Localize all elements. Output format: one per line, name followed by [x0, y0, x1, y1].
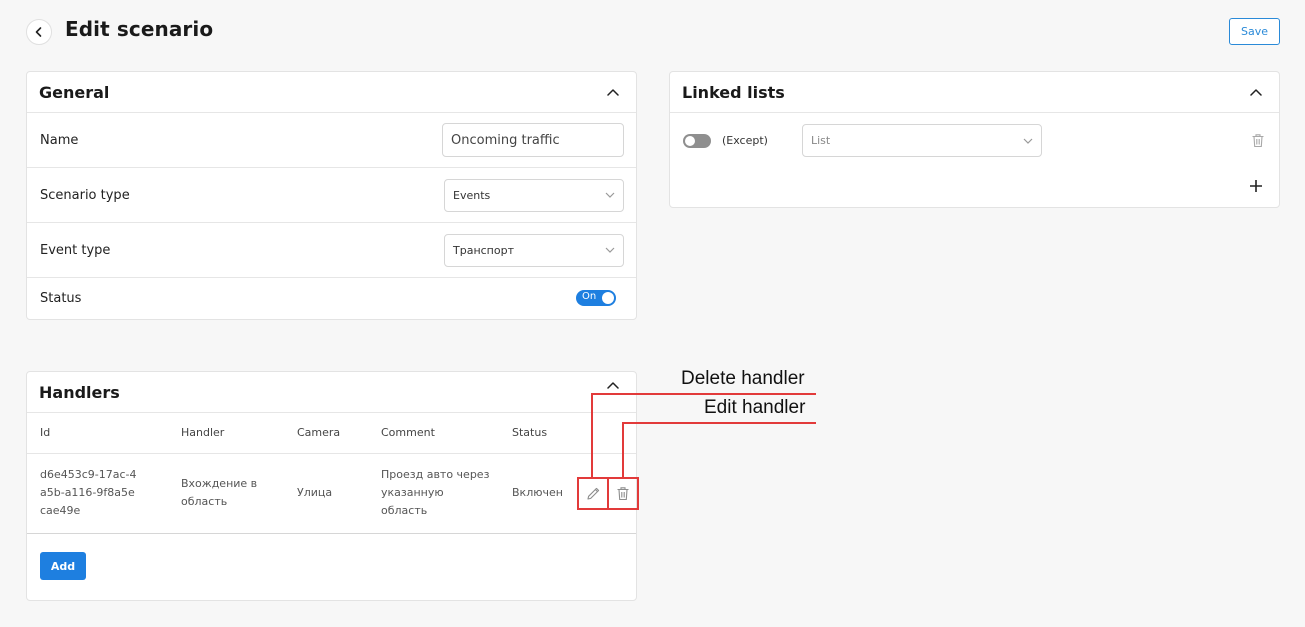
- event-type-value: Транспорт: [453, 243, 514, 257]
- collapse-linked-lists-button[interactable]: [1249, 85, 1263, 99]
- name-input[interactable]: Oncoming traffic: [442, 123, 624, 157]
- linked-lists-title: Linked lists: [682, 82, 785, 102]
- collapse-handlers-button[interactable]: [606, 378, 620, 392]
- handlers-card: Handlers Id Handler Camera Comment Statu…: [26, 371, 637, 601]
- general-card: General Name Oncoming traffic Scenario t…: [26, 71, 637, 320]
- general-title: General: [39, 82, 110, 102]
- edit-annotation-vertical-line: [622, 422, 624, 478]
- toggle-knob: [602, 292, 614, 304]
- column-header-status: Status: [499, 413, 569, 454]
- status-label: Status: [40, 290, 82, 306]
- add-handler-button[interactable]: Add: [40, 552, 86, 580]
- delete-handler-annotation: Delete handler: [681, 368, 805, 389]
- scenario-type-select[interactable]: Events: [444, 178, 624, 212]
- back-button[interactable]: [26, 19, 52, 45]
- save-button[interactable]: Save: [1229, 18, 1280, 45]
- handler-comment-cell: Проезд авто через указанную область: [368, 453, 499, 534]
- except-label: (Except): [722, 134, 768, 147]
- pencil-icon: [586, 487, 599, 500]
- edit-handler-annotation: Edit handler: [704, 397, 806, 418]
- trash-icon: [617, 487, 629, 501]
- general-card-header: General: [27, 72, 636, 113]
- handlers-table: Id Handler Camera Comment Status d6e453c…: [27, 413, 636, 534]
- collapse-general-button[interactable]: [606, 85, 620, 99]
- scenario-type-value: Events: [453, 188, 491, 202]
- list-select[interactable]: List: [802, 124, 1042, 157]
- delete-annotation-vertical-line: [591, 393, 593, 478]
- name-label: Name: [40, 132, 79, 148]
- linked-lists-card: Linked lists (Except) List: [669, 71, 1280, 208]
- delete-handler-button[interactable]: [607, 477, 639, 510]
- event-type-row: Event type Транспорт: [27, 223, 636, 278]
- chevron-up-icon: [607, 89, 619, 96]
- trash-icon: [1252, 133, 1264, 147]
- status-toggle[interactable]: On: [576, 290, 616, 306]
- add-list-button[interactable]: [1248, 178, 1264, 194]
- handler-comment: Проезд авто через указанную область: [381, 468, 490, 517]
- handler-id: d6e453c9-17ac-4a5b-a116-9f8a5ecae49e: [40, 468, 137, 517]
- handler-camera-cell: Улица: [284, 453, 368, 534]
- except-toggle[interactable]: [683, 134, 711, 148]
- event-type-label: Event type: [40, 242, 111, 258]
- scenario-type-row: Scenario type Events: [27, 168, 636, 223]
- page-title: Edit scenario: [65, 17, 214, 41]
- chevron-down-icon: [605, 192, 615, 198]
- table-row: d6e453c9-17ac-4a5b-a116-9f8a5ecae49e Вхо…: [27, 453, 636, 534]
- delete-annotation-horizontal-line: [591, 393, 816, 395]
- column-header-camera: Camera: [284, 413, 368, 454]
- linked-lists-header: Linked lists: [670, 72, 1279, 113]
- list-placeholder: List: [811, 134, 831, 147]
- event-type-select[interactable]: Транспорт: [444, 233, 624, 267]
- status-toggle-text: On: [582, 291, 597, 302]
- handler-id-cell: d6e453c9-17ac-4a5b-a116-9f8a5ecae49e: [27, 453, 168, 534]
- chevron-left-icon: [35, 27, 42, 37]
- column-header-actions: [569, 413, 636, 454]
- handler-name: Вхождение в область: [181, 477, 258, 508]
- handlers-header: Handlers: [27, 372, 636, 413]
- edit-annotation-horizontal-line: [622, 422, 816, 424]
- chevron-down-icon: [1023, 138, 1033, 144]
- chevron-down-icon: [605, 247, 615, 253]
- chevron-up-icon: [1250, 89, 1262, 96]
- column-header-handler: Handler: [168, 413, 284, 454]
- chevron-up-icon: [607, 382, 619, 389]
- plus-icon: [1250, 180, 1262, 192]
- handlers-title: Handlers: [39, 382, 120, 402]
- status-row: Status On: [27, 278, 636, 318]
- column-header-comment: Comment: [368, 413, 499, 454]
- column-header-id: Id: [27, 413, 168, 454]
- table-header-row: Id Handler Camera Comment Status: [27, 413, 636, 454]
- edit-handler-button[interactable]: [577, 477, 609, 510]
- handler-name-cell: Вхождение в область: [168, 453, 284, 534]
- delete-list-button[interactable]: [1250, 132, 1266, 148]
- scenario-type-label: Scenario type: [40, 187, 130, 203]
- handler-status-cell: Включен: [499, 453, 569, 534]
- toggle-knob: [685, 136, 695, 146]
- name-row: Name Oncoming traffic: [27, 113, 636, 168]
